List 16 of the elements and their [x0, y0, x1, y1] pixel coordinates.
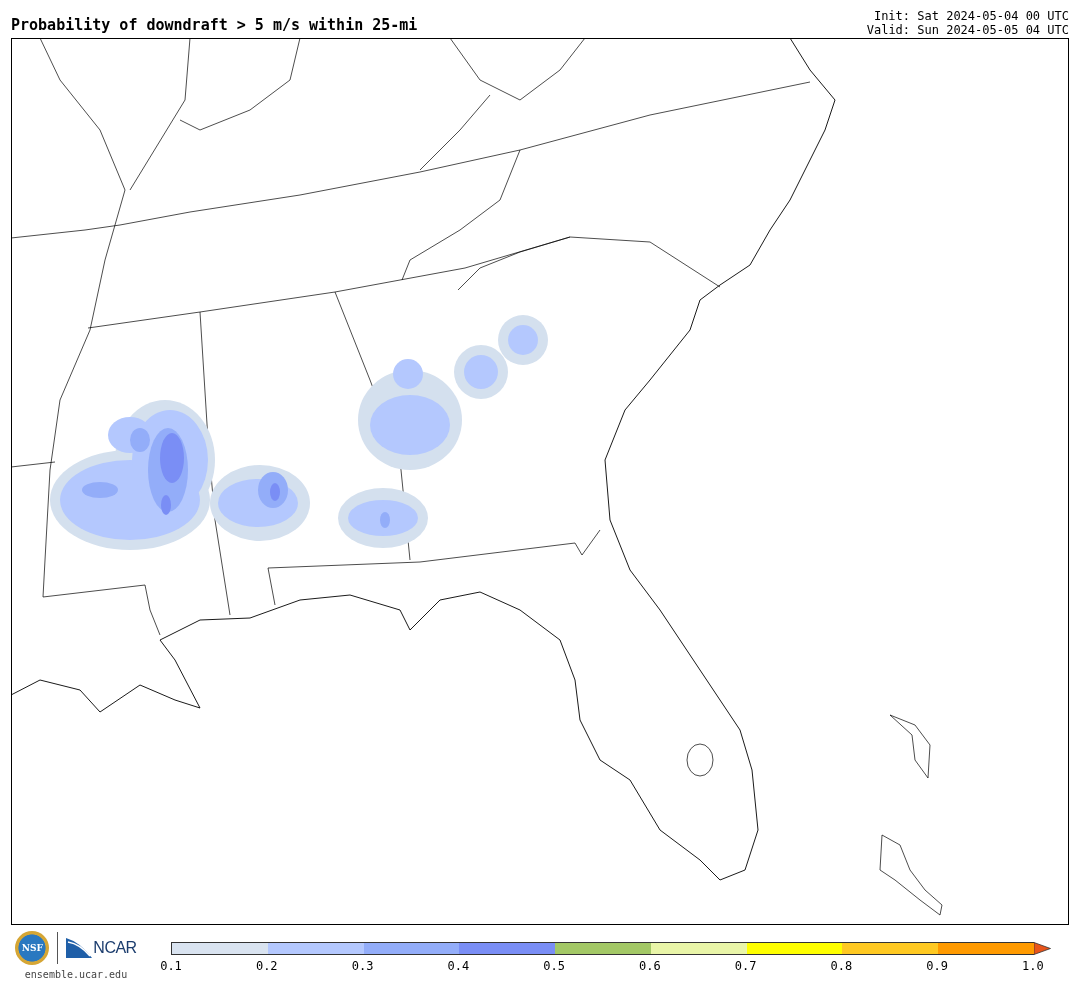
tick-label: 0.8 [829, 959, 854, 973]
map-title: Probability of downdraft > 5 m/s within 25-mi [11, 16, 418, 34]
tick-label: 0.1 [159, 959, 183, 973]
tick-label: 0.9 [925, 959, 949, 973]
tick-label: 1.0 [1021, 959, 1045, 973]
tick-label: 0.2 [254, 959, 279, 973]
tick-label: 0.3 [350, 959, 375, 973]
website-url: ensemble.ucar.edu [24, 969, 128, 980]
valid-time: Valid: Sun 2024-05-05 04 UTC [866, 23, 1069, 37]
tick-label: 0.5 [542, 959, 566, 973]
tick-label: 0.6 [638, 959, 662, 973]
tick-label: 0.4 [446, 959, 471, 973]
ncar-logo: NCAR [66, 938, 137, 958]
tick-label: 0.7 [733, 959, 758, 973]
nsf-seal-logo: NSF [15, 931, 50, 965]
init-time: Init: Sat 2024-05-04 00 UTC [873, 9, 1069, 23]
